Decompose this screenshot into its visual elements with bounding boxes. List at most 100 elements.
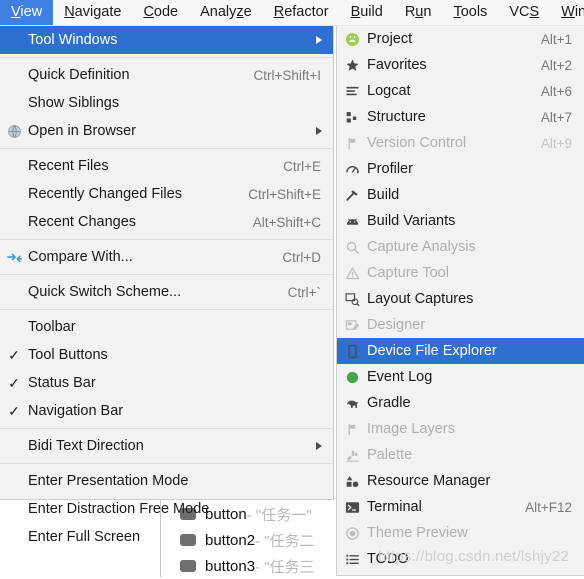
submenu-item-structure[interactable]: Structure Alt+7 — [337, 104, 584, 130]
button-widget-icon — [180, 560, 196, 572]
check-icon: ✓ — [8, 403, 20, 419]
submenu-item-theme-preview[interactable]: Theme Preview — [337, 520, 584, 546]
submenu-item-palette[interactable]: Palette — [337, 442, 584, 468]
submenu-item-shortcut: Alt+2 — [540, 57, 572, 73]
submenu-item-layout-captures[interactable]: Layout Captures — [337, 286, 584, 312]
menu-item-shortcut: Alt+Shift+C — [252, 214, 321, 230]
view-menu-popup: Tool Windows Quick Definition Ctrl+Shift+I… — [0, 26, 334, 545]
menu-item-quick-switch-scheme[interactable]: Quick Switch Scheme... Ctrl+` — [0, 278, 333, 306]
menubar-item-build[interactable]: Build — [340, 0, 394, 25]
star-icon — [337, 58, 367, 73]
menu-item-label: Open in Browser — [28, 123, 136, 139]
menu-item-shortcut: Ctrl+Shift+E — [248, 186, 321, 202]
submenu-item-label: Gradle — [367, 395, 411, 411]
submenu-item-version-control[interactable]: Version Control Alt+9 — [337, 130, 584, 156]
chevron-right-icon — [316, 127, 333, 135]
menu-item-recently-changed-files[interactable]: Recently Changed Files Ctrl+Shift+E — [0, 180, 333, 208]
menu-item-bidi-text-direction[interactable]: Bidi Text Direction — [0, 432, 333, 460]
menu-item-label: Recent Changes — [28, 214, 137, 230]
submenu-item-profiler[interactable]: Profiler — [337, 156, 584, 182]
menu-item-label: Compare With... — [28, 249, 133, 265]
submenu-item-favorites[interactable]: Favorites Alt+2 — [337, 52, 584, 78]
submenu-item-shortcut: Alt+9 — [540, 135, 572, 151]
submenu-item-label: Build Variants — [367, 213, 456, 229]
menubar-item-vcs[interactable]: VCS — [498, 0, 550, 25]
phone-icon — [337, 344, 367, 359]
menu-separator — [0, 463, 333, 464]
list-item[interactable]: button3 - "任务三 — [180, 553, 315, 579]
hammer-icon — [337, 188, 367, 203]
check-icon: ✓ — [8, 375, 20, 391]
menu-item-label: Show Siblings — [28, 95, 120, 111]
menu-item-label: Enter Presentation Mode — [28, 473, 189, 489]
shapes-icon — [337, 474, 367, 489]
menu-item-recent-changes[interactable]: Recent Changes Alt+Shift+C — [0, 208, 333, 236]
submenu-item-build[interactable]: Build — [337, 182, 584, 208]
submenu-item-designer[interactable]: Designer — [337, 312, 584, 338]
menubar-item-code[interactable]: Code — [132, 0, 189, 25]
menubar-item-refactor[interactable]: Refactor — [263, 0, 340, 25]
menubar-item-window[interactable]: Windo — [550, 0, 584, 25]
menu-item-enter-presentation-mode[interactable]: Enter Presentation Mode — [0, 467, 333, 495]
menubar: View Navigate Code Analyze Refactor Buil… — [0, 0, 584, 26]
menu-item-shortcut: Ctrl+D — [282, 249, 321, 265]
submenu-item-image-layers[interactable]: Image Layers — [337, 416, 584, 442]
menu-item-label: Enter Full Screen — [28, 529, 141, 545]
globe-icon — [0, 124, 28, 139]
submenu-item-label: Build — [367, 187, 400, 203]
submenu-item-terminal[interactable]: Terminal Alt+F12 — [337, 494, 584, 520]
compare-icon — [0, 250, 28, 265]
menu-item-compare-with[interactable]: Compare With... Ctrl+D — [0, 243, 333, 271]
android-studio-window: button - "任务一" button2 - "任务二 button3 - … — [0, 0, 584, 579]
menubar-item-analyze[interactable]: Analyze — [189, 0, 263, 25]
menu-separator — [0, 428, 333, 429]
menu-item-enter-distraction-free-mode[interactable]: Enter Distraction Free Mode — [0, 495, 333, 523]
menubar-item-navigate[interactable]: Navigate — [53, 0, 132, 25]
menu-item-navigation-bar[interactable]: ✓ Navigation Bar — [0, 397, 333, 425]
submenu-item-label: Device File Explorer — [367, 343, 497, 359]
gradle-elephant-icon — [337, 396, 367, 411]
logcat-lines-icon — [337, 84, 367, 99]
menubar-item-view[interactable]: View — [0, 0, 54, 25]
submenu-item-device-file-explorer[interactable]: Device File Explorer — [337, 338, 584, 364]
submenu-item-logcat[interactable]: Logcat Alt+6 — [337, 78, 584, 104]
submenu-item-label: Image Layers — [367, 421, 455, 437]
check-icon: ✓ — [8, 347, 20, 363]
submenu-item-build-variants[interactable]: Build Variants — [337, 208, 584, 234]
menu-item-tool-buttons[interactable]: ✓ Tool Buttons — [0, 341, 333, 369]
menu-item-enter-full-screen[interactable]: Enter Full Screen — [0, 523, 333, 551]
menubar-item-tools[interactable]: Tools — [442, 0, 498, 25]
submenu-item-label: Profiler — [367, 161, 413, 177]
menu-item-label: Enter Distraction Free Mode — [28, 501, 210, 517]
submenu-item-label: Theme Preview — [367, 525, 468, 541]
submenu-item-shortcut: Alt+7 — [540, 109, 572, 125]
submenu-item-shortcut: Alt+6 — [540, 83, 572, 99]
menu-item-show-siblings[interactable]: Show Siblings — [0, 89, 333, 117]
menu-item-label: Recently Changed Files — [28, 186, 182, 202]
submenu-item-label: Version Control — [367, 135, 467, 151]
submenu-item-label: Designer — [367, 317, 426, 333]
designer-icon — [337, 318, 367, 333]
menu-item-shortcut: Ctrl+E — [283, 158, 321, 174]
submenu-item-event-log[interactable]: Event Log — [337, 364, 584, 390]
submenu-item-label: Layout Captures — [367, 291, 474, 307]
menubar-item-run[interactable]: Run — [394, 0, 443, 25]
submenu-item-gradle[interactable]: Gradle — [337, 390, 584, 416]
submenu-item-resource-manager[interactable]: Resource Manager — [337, 468, 584, 494]
menu-item-open-in-browser[interactable]: Open in Browser — [0, 117, 333, 145]
submenu-item-project[interactable]: Project Alt+1 — [337, 26, 584, 52]
menu-item-shortcut: Ctrl+Shift+I — [253, 67, 321, 83]
menu-item-tool-windows[interactable]: Tool Windows — [0, 26, 333, 54]
menu-item-recent-files[interactable]: Recent Files Ctrl+E — [0, 152, 333, 180]
menu-item-label: Navigation Bar — [28, 403, 124, 419]
component-name: button3 — [205, 557, 256, 575]
menu-item-toolbar[interactable]: Toolbar — [0, 313, 333, 341]
menu-item-label: Tool Buttons — [28, 347, 108, 363]
menu-item-status-bar[interactable]: ✓ Status Bar — [0, 369, 333, 397]
theme-circle-icon — [337, 526, 367, 541]
terminal-icon — [337, 500, 367, 515]
submenu-item-capture-tool[interactable]: Capture Tool — [337, 260, 584, 286]
menu-item-quick-definition[interactable]: Quick Definition Ctrl+Shift+I — [0, 61, 333, 89]
menu-separator — [0, 57, 333, 58]
submenu-item-capture-analysis[interactable]: Capture Analysis — [337, 234, 584, 260]
